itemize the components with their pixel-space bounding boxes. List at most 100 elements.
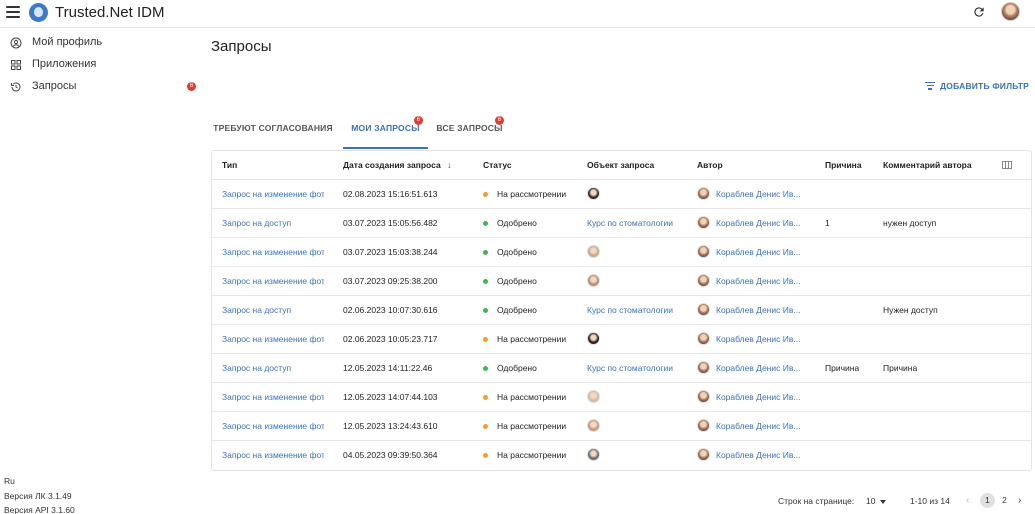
table-row[interactable]: Запрос на изменение фот 12.05.2023 14:07:…	[212, 383, 1031, 412]
request-object-link[interactable]: Курс по стоматологии	[587, 218, 673, 228]
status-label: Одобрено	[497, 218, 537, 228]
next-page-icon[interactable]: ›	[1018, 495, 1021, 506]
page-button-1[interactable]: 1	[980, 493, 995, 508]
status-label: На рассмотрении	[497, 450, 567, 460]
request-type-link[interactable]: Запрос на изменение фот	[222, 276, 324, 286]
author-link[interactable]: Кораблев Денис Ив...	[716, 450, 802, 460]
menu-icon[interactable]	[6, 6, 20, 18]
object-photo-avatar[interactable]	[587, 448, 600, 461]
tab-indicator	[343, 147, 428, 149]
column-header-type[interactable]: Тип	[222, 160, 237, 170]
request-date: 02.06.2023 10:05:23.717	[343, 334, 438, 344]
object-photo-avatar[interactable]	[587, 245, 600, 258]
column-header-comment[interactable]: Комментарий автора	[883, 160, 972, 170]
object-photo-avatar[interactable]	[587, 390, 600, 403]
column-header-reason[interactable]: Причина	[825, 160, 862, 170]
column-header-date[interactable]: Дата создания запроса ↓	[343, 160, 451, 170]
column-header-object[interactable]: Объект запроса	[587, 160, 654, 170]
request-date: 03.07.2023 15:03:38.244	[343, 247, 438, 257]
author-avatar	[697, 390, 710, 403]
request-status: Одобрено	[483, 276, 537, 286]
table-row[interactable]: Запрос на доступ 12.05.2023 14:11:22.46 Од…	[212, 354, 1031, 383]
request-date: 12.05.2023 14:07:44.103	[343, 392, 438, 402]
api-version: Версия API 3.1.60	[4, 505, 75, 514]
add-filter-label: ДОБАВИТЬ ФИЛЬТР	[940, 81, 1029, 91]
tab-label: ТРЕБУЮТ СОГЛАСОВАНИЯ	[213, 123, 333, 133]
object-photo-avatar[interactable]	[587, 187, 600, 200]
status-dot-icon	[483, 452, 488, 458]
author-comment: Нужен доступ	[883, 305, 938, 315]
author-link[interactable]: Кораблев Денис Ив...	[716, 363, 802, 373]
request-type-link[interactable]: Запрос на изменение фот	[222, 450, 324, 460]
request-status: На рассмотрении	[483, 450, 566, 460]
request-date: 04.05.2023 09:39:50.364	[343, 450, 438, 460]
object-photo-avatar[interactable]	[587, 274, 600, 287]
request-type-link[interactable]: Запрос на изменение фот	[222, 247, 324, 257]
apps-grid-icon	[11, 60, 21, 70]
request-date: 12.05.2023 14:11:22.46	[343, 363, 433, 373]
columns-icon[interactable]	[1002, 161, 1012, 169]
chevron-down-icon[interactable]	[880, 500, 886, 504]
tab-all-requests[interactable]: ВСЕ ЗАПРОСЫ 6	[432, 112, 507, 148]
page-title: Запросы	[211, 38, 272, 55]
author-link[interactable]: Кораблев Денис Ив...	[716, 334, 802, 344]
refresh-icon[interactable]	[972, 5, 986, 19]
column-header-author[interactable]: Автор	[697, 160, 723, 170]
request-type-link[interactable]: Запрос на доступ	[222, 305, 324, 315]
table-row[interactable]: Запрос на изменение фот 04.05.2023 09:39:…	[212, 441, 1031, 470]
author-link[interactable]: Кораблев Денис Ив...	[716, 189, 802, 199]
table-row[interactable]: Запрос на изменение фот 02.06.2023 10:05:…	[212, 325, 1031, 354]
request-type-link[interactable]: Запрос на доступ	[222, 218, 324, 228]
app-logo	[29, 3, 48, 22]
request-object-link[interactable]: Курс по стоматологии	[587, 305, 673, 315]
status-label: Одобрено	[497, 363, 537, 373]
sidebar-item-requests[interactable]: Запросы 6	[0, 78, 200, 98]
status-dot-icon	[483, 249, 488, 255]
request-type-link[interactable]: Запрос на изменение фот	[222, 334, 324, 344]
author-link[interactable]: Кораблев Денис Ив...	[716, 305, 802, 315]
sidebar-item-profile[interactable]: Мой профиль	[0, 34, 200, 54]
object-photo-avatar[interactable]	[587, 332, 600, 345]
request-type-link[interactable]: Запрос на изменение фот	[222, 392, 324, 402]
author-comment: Причина	[883, 363, 918, 373]
add-filter-button[interactable]: ДОБАВИТЬ ФИЛЬТР	[925, 81, 1029, 91]
table-row[interactable]: Запрос на доступ 03.07.2023 15:05:56.482 О…	[212, 209, 1031, 238]
object-photo-avatar[interactable]	[587, 419, 600, 432]
status-dot-icon	[483, 220, 488, 226]
sidebar-item-label: Запросы	[32, 80, 77, 92]
tab-my-requests[interactable]: МОИ ЗАПРОСЫ 6	[343, 112, 428, 148]
author-link[interactable]: Кораблев Денис Ив...	[716, 276, 802, 286]
user-avatar[interactable]	[1001, 2, 1020, 21]
column-header-status[interactable]: Статус	[483, 160, 512, 170]
request-type-link[interactable]: Запрос на изменение фот	[222, 421, 324, 431]
table-row[interactable]: Запрос на изменение фот 03.07.2023 15:03:…	[212, 238, 1031, 267]
author-link[interactable]: Кораблев Денис Ив...	[716, 247, 802, 257]
rows-per-page-select[interactable]: 10	[866, 496, 875, 506]
author-link[interactable]: Кораблев Денис Ив...	[716, 392, 802, 402]
tab-pending-approval[interactable]: ТРЕБУЮТ СОГЛАСОВАНИЯ	[211, 112, 335, 148]
tab-badge: 6	[495, 116, 504, 125]
status-dot-icon	[483, 191, 488, 197]
table-row[interactable]: Запрос на изменение фот 02.08.2023 15:16:…	[212, 180, 1031, 209]
table-row[interactable]: Запрос на доступ 02.06.2023 10:07:30.616 О…	[212, 296, 1031, 325]
sidebar-item-apps[interactable]: Приложения	[0, 56, 200, 76]
request-object-link[interactable]: Курс по стоматологии	[587, 363, 673, 373]
author-link[interactable]: Кораблев Денис Ив...	[716, 218, 802, 228]
language-label[interactable]: Ru	[4, 476, 15, 486]
table-row[interactable]: Запрос на изменение фот 03.07.2023 09:25:…	[212, 267, 1031, 296]
status-label: Одобрено	[497, 247, 537, 257]
pagination-range: 1-10 из 14	[910, 496, 950, 506]
status-label: На рассмотрении	[497, 189, 567, 199]
request-type-link[interactable]: Запрос на изменение фот	[222, 189, 324, 199]
prev-page-icon[interactable]: ‹	[966, 495, 969, 506]
table-row[interactable]: Запрос на изменение фот 12.05.2023 13:24:…	[212, 412, 1031, 441]
table-header: Тип Дата создания запроса ↓ Статус Объек…	[212, 151, 1031, 180]
request-status: Одобрено	[483, 218, 537, 228]
author-link[interactable]: Кораблев Денис Ив...	[716, 421, 802, 431]
request-status: На рассмотрении	[483, 334, 566, 344]
status-dot-icon	[483, 278, 488, 284]
page-button-2[interactable]: 2	[997, 493, 1012, 508]
request-type-link[interactable]: Запрос на доступ	[222, 363, 324, 373]
author-avatar	[697, 332, 710, 345]
sort-arrow-icon[interactable]: ↓	[447, 160, 451, 170]
